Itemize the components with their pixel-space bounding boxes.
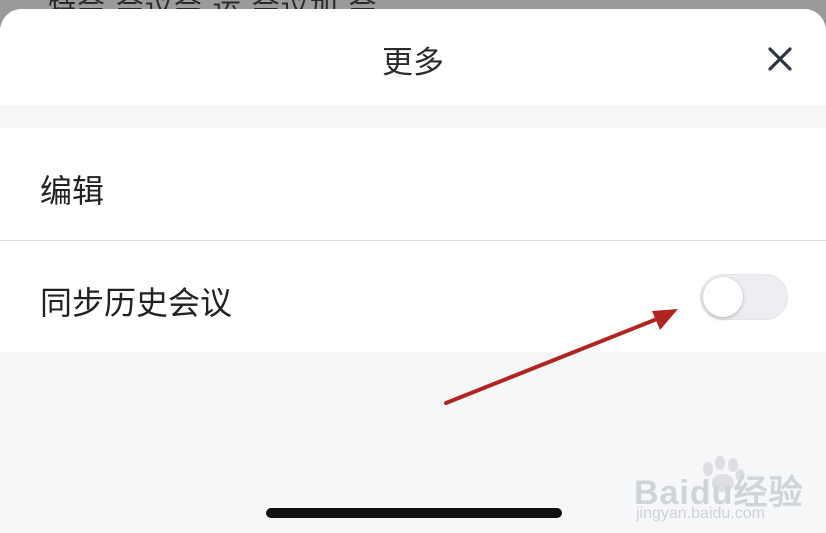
sync-history-toggle[interactable]	[700, 274, 788, 320]
sheet-header: 更多	[0, 9, 826, 105]
close-icon	[768, 47, 792, 71]
close-button[interactable]	[758, 37, 802, 81]
edit-label: 编辑	[40, 172, 105, 210]
watermark-url: jingyan.baidu.com	[636, 505, 765, 522]
sync-history-label: 同步历史会议	[40, 284, 233, 322]
more-sheet: 更多 编辑 同步历史会议 Baidu经验 jingyan.baidu.com	[0, 9, 826, 533]
edit-row[interactable]: 编辑	[0, 128, 826, 240]
home-indicator	[266, 508, 562, 518]
watermark: Baidu经验 jingyan.baidu.com	[634, 455, 804, 529]
sync-history-row: 同步历史会议	[0, 241, 826, 352]
toggle-knob	[703, 277, 743, 317]
sheet-title: 更多	[382, 45, 444, 81]
